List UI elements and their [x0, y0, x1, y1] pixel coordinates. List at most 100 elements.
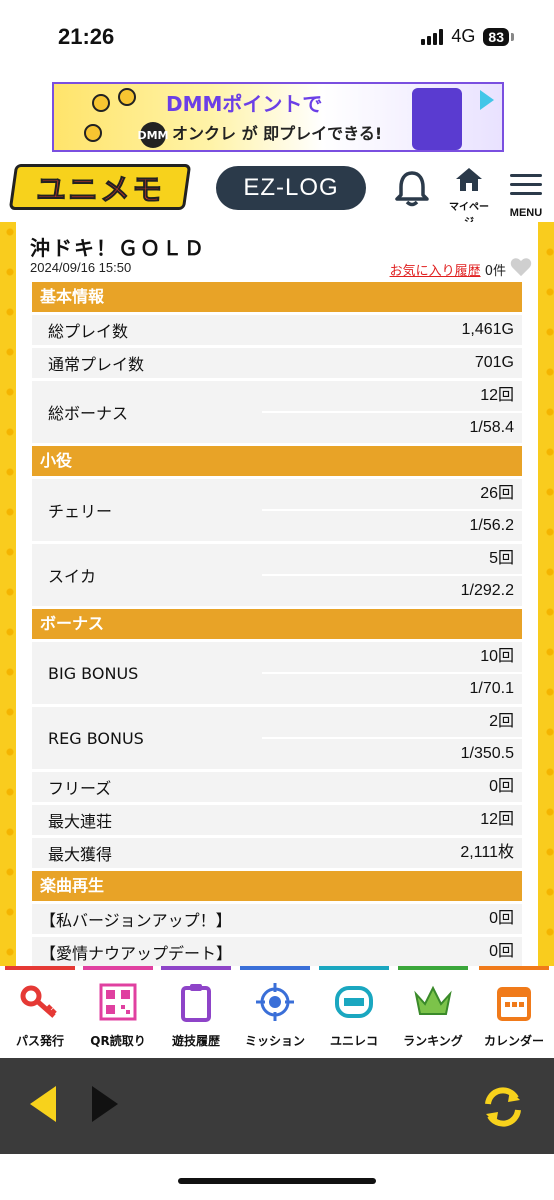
tab-label: ユニレコ [329, 1034, 378, 1048]
favorite-history-link[interactable]: お気に入り履歴 [390, 264, 481, 279]
table-row: BIG BONUS 10回 1/70.1 [32, 642, 522, 704]
tab-history[interactable]: 遊技履歴 [160, 966, 232, 1058]
menu-label: MENU [509, 207, 543, 219]
hamburger-icon [510, 174, 542, 177]
row-label: スイカ [48, 567, 97, 586]
tab-label: パス発行 [15, 1034, 64, 1048]
row-count: 12回 [480, 387, 514, 404]
tab-label: QR読取り [90, 1034, 146, 1048]
mypage-button[interactable]: マイページ [446, 166, 492, 228]
bell-icon[interactable] [392, 168, 432, 208]
reload-icon[interactable] [478, 1082, 528, 1132]
row-label: 【私バージョンアップ！】 [40, 911, 232, 930]
table-row: フリーズ 0回 [32, 772, 522, 802]
row-label: 最大獲得 [48, 845, 113, 864]
row-label: 【愛情ナウアップデート】 [40, 944, 233, 963]
row-label: 通常プレイ数 [48, 355, 145, 374]
tab-mission[interactable]: ミッション [239, 966, 311, 1058]
data-card: 沖ドキ！ＧＯＬＤ 2024/09/16 15:50 お気に入り履歴 0件 基本情… [16, 222, 538, 966]
home-icon [456, 168, 482, 191]
row-value: 2,111枚 [460, 844, 514, 861]
row-value: 0回 [489, 910, 514, 927]
row-rate: 1/58.4 [262, 411, 522, 441]
ezlog-button[interactable]: EZ-LOG [216, 166, 366, 210]
status-indicators: 4G 83 [421, 26, 514, 47]
row-value: 12回 [480, 811, 514, 828]
table-row: 【愛情ナウアップデート】 0回 [32, 937, 522, 966]
row-value: 0回 [489, 778, 514, 795]
tab-label: 遊技履歴 [171, 1034, 220, 1048]
network-label: 4G [451, 26, 476, 46]
battery-tip [511, 32, 514, 41]
coin-icon [84, 124, 102, 142]
target-icon [256, 983, 294, 1021]
row-rate: 1/292.2 [262, 574, 522, 604]
tab-pass[interactable]: パス発行 [4, 966, 76, 1058]
home-indicator [178, 1178, 376, 1184]
tab-qr[interactable]: QR読取り [82, 966, 154, 1058]
favorite-history: お気に入り履歴 0件 [390, 260, 506, 279]
key-icon [20, 985, 57, 1018]
tab-label: カレンダー [483, 1034, 544, 1048]
browser-toolbar [0, 1058, 554, 1154]
ad-headline: DMMポイントで [166, 92, 323, 116]
content-background: 沖ドキ！ＧＯＬＤ 2024/09/16 15:50 お気に入り履歴 0件 基本情… [0, 222, 554, 966]
clipboard-icon [181, 984, 211, 1022]
row-rate: 1/56.2 [262, 509, 522, 539]
row-value: 0回 [489, 943, 514, 960]
back-arrow-icon[interactable] [30, 1086, 56, 1122]
row-count: 26回 [480, 485, 514, 502]
row-count: 10回 [480, 648, 514, 665]
ad-banner[interactable]: DMMポイントで DMM オンクレ が 即プレイできる! [52, 82, 504, 152]
favorite-count: 0件 [484, 264, 506, 279]
ad-logo: DMM [137, 122, 169, 148]
table-row: REG BONUS 2回 1/350.5 [32, 707, 522, 769]
row-label: REG BONUS [48, 728, 144, 748]
unireco-icon [335, 986, 373, 1018]
status-bar: 21:26 4G 83 [0, 0, 554, 72]
table-row: スイカ 5回 1/292.2 [32, 544, 522, 606]
menu-button[interactable]: MENU [506, 168, 546, 220]
row-rate: 1/350.5 [262, 737, 522, 767]
ezlog-label: EZ-LOG [243, 174, 339, 201]
crown-icon [414, 985, 452, 1015]
row-label: チェリー [48, 502, 113, 521]
row-rate: 1/70.1 [262, 672, 522, 702]
section-basic: 基本情報 [32, 282, 522, 312]
tab-unireco[interactable]: ユニレコ [318, 966, 390, 1058]
section-music: 楽曲再生 [32, 871, 522, 901]
row-value: 1,461G [461, 321, 514, 338]
site-logo[interactable]: ユニメモ [8, 164, 192, 210]
coin-icon [118, 88, 136, 106]
ad-subline: オンクレ が 即プレイできる! [172, 124, 383, 143]
row-count: 2回 [489, 713, 514, 730]
ad-play-icon [480, 90, 494, 110]
logo-text: ユニメモ [36, 173, 165, 209]
site-header: ユニメモ EZ-LOG マイページ MENU [0, 158, 554, 228]
row-count: 5回 [489, 550, 514, 567]
table-row: 最大連荘 12回 [32, 805, 522, 835]
section-bonus: ボーナス [32, 609, 522, 639]
row-label: BIG BONUS [48, 663, 139, 683]
row-label: 総プレイ数 [48, 322, 129, 341]
tab-ranking[interactable]: ランキング [397, 966, 469, 1058]
signal-icon [421, 28, 444, 45]
row-label: 最大連荘 [48, 812, 113, 831]
heart-icon[interactable] [510, 256, 532, 278]
row-label: フリーズ [48, 779, 112, 798]
status-time: 21:26 [58, 24, 115, 49]
qr-icon [99, 983, 137, 1021]
calendar-icon [497, 987, 531, 1021]
tab-label: ミッション [244, 1034, 305, 1048]
section-small: 小役 [32, 446, 522, 476]
battery-icon: 83 [483, 27, 509, 46]
table-row: 最大獲得 2,111枚 [32, 838, 522, 868]
row-value: 701G [474, 354, 514, 371]
tab-calendar[interactable]: カレンダー [478, 966, 550, 1058]
play-date: 2024/09/16 15:50 [30, 260, 132, 275]
row-label: 総ボーナス [48, 404, 129, 423]
forward-arrow-icon[interactable] [92, 1086, 118, 1122]
table-row: 【私バージョンアップ！】 0回 [32, 904, 522, 934]
stats-table: 基本情報 総プレイ数 1,461G 通常プレイ数 701G 総ボーナス 12回 … [32, 282, 522, 966]
table-row: 通常プレイ数 701G [32, 348, 522, 378]
